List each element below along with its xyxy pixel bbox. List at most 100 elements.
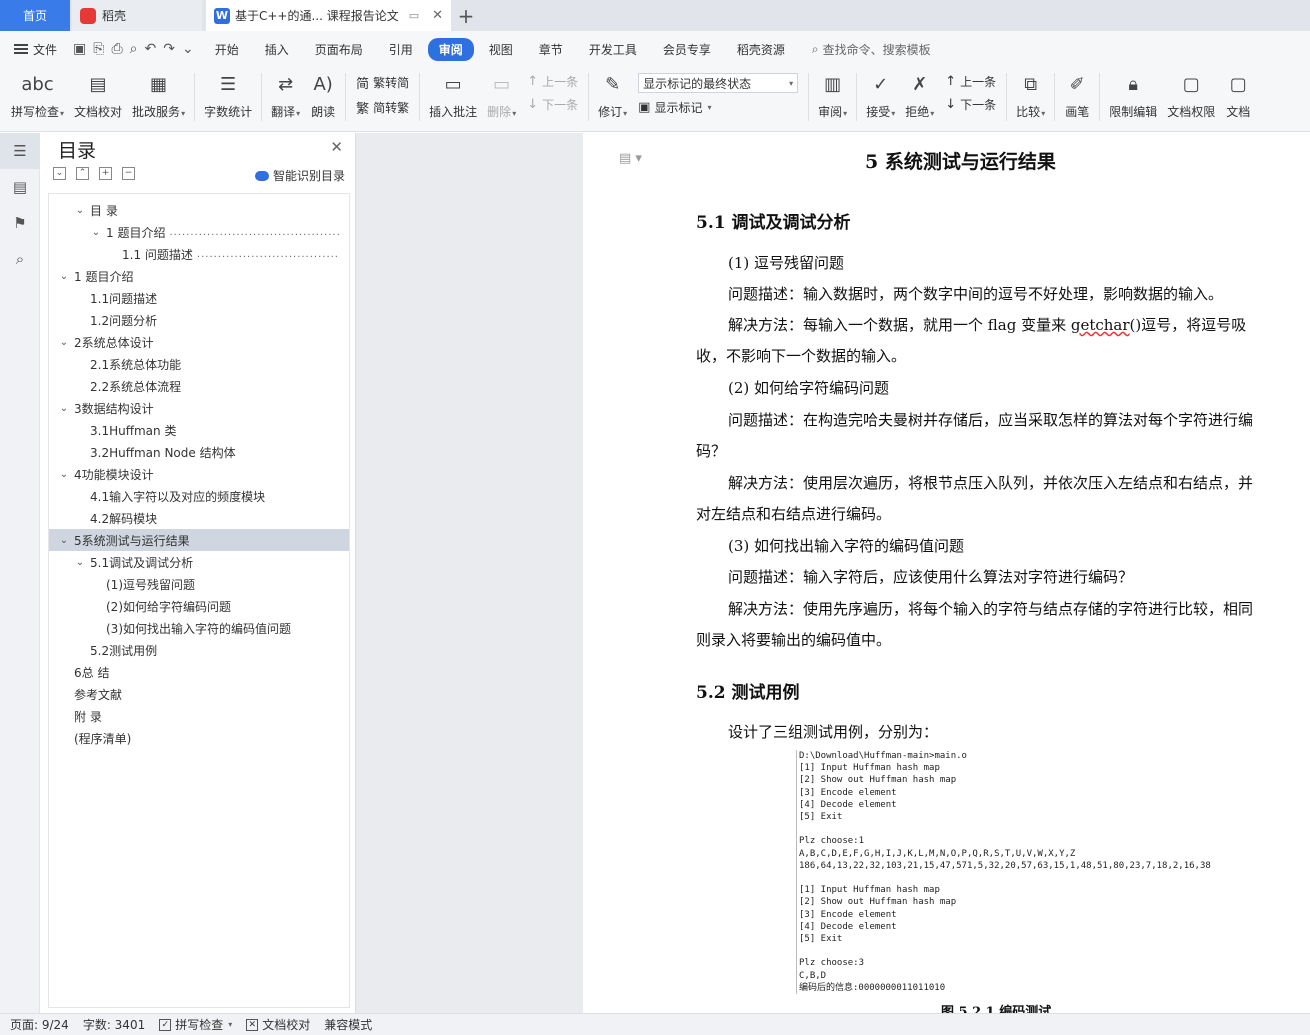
toc-item[interactable]: (程序清单): [49, 727, 349, 749]
toc-item[interactable]: ⌄ 3数据结构设计: [49, 397, 349, 419]
revise-button[interactable]: ✎ 修订▾: [593, 67, 632, 120]
menu-tab-4[interactable]: 审阅: [427, 37, 474, 61]
reject-button[interactable]: ✗ 拒绝▾: [900, 67, 939, 120]
save-icon[interactable]: ▣: [73, 41, 86, 57]
toc-item[interactable]: 参考文献: [49, 683, 349, 705]
redo-icon[interactable]: ↷: [163, 41, 175, 57]
toc-item[interactable]: (1)逗号残留问题: [49, 573, 349, 595]
spell-check-button[interactable]: abc 拼写检查▾: [6, 67, 69, 120]
menu-tab-7[interactable]: 开发工具: [578, 38, 648, 61]
page-indicator[interactable]: 页面: 9/24: [10, 1016, 69, 1033]
tab-daoke[interactable]: 稻壳: [72, 0, 202, 31]
toc-item[interactable]: 2.1系统总体功能: [49, 353, 349, 375]
collapse-all-icon[interactable]: ⌄: [53, 167, 66, 180]
prev-comment-button[interactable]: ↑ 上一条: [527, 73, 578, 90]
file-menu[interactable]: 文件: [6, 41, 65, 58]
menu-tab-3[interactable]: 引用: [378, 38, 424, 61]
prev-change-button[interactable]: ↑ 上一条: [945, 73, 996, 90]
menu-tab-5[interactable]: 视图: [478, 38, 524, 61]
more-icon[interactable]: ⌄: [182, 41, 194, 57]
restrict-edit-button[interactable]: 🔒︎ 限制编辑: [1104, 67, 1162, 120]
word-count[interactable]: 字数: 3401: [83, 1016, 145, 1033]
undo-icon[interactable]: ↶: [145, 41, 157, 57]
menu-tab-9[interactable]: 稻壳资源: [726, 38, 796, 61]
doc-proof-button[interactable]: ▤ 文档校对: [69, 67, 127, 120]
menu-tab-8[interactable]: 会员专享: [652, 38, 722, 61]
toc-item[interactable]: 3.2Huffman Node 结构体: [49, 441, 349, 463]
remove-level-icon[interactable]: −: [122, 167, 135, 180]
toc-item[interactable]: ⌄ 4功能模块设计: [49, 463, 349, 485]
monitor-icon[interactable]: ▭: [409, 9, 419, 22]
toc-item[interactable]: ⌄ 5.1调试及调试分析: [49, 551, 349, 573]
print-icon[interactable]: ⎙: [111, 41, 122, 57]
menu-tab-6[interactable]: 章节: [528, 38, 574, 61]
trad-to-simp-button[interactable]: 简繁转简: [356, 73, 409, 92]
simp-to-trad-button[interactable]: 繁简转繁: [356, 98, 409, 117]
word-count-button[interactable]: ☰ 字数统计: [199, 67, 257, 120]
toc-item[interactable]: ⌄ 1 题目介绍: [49, 265, 349, 287]
toc-item[interactable]: ⌄ 目 录: [49, 199, 349, 221]
read-aloud-button[interactable]: A) 朗读: [305, 67, 341, 120]
doc-permission-button[interactable]: ▢ 文档权限: [1162, 67, 1220, 120]
menu-tab-1[interactable]: 插入: [254, 38, 300, 61]
smart-toc-button[interactable]: 智能识别目录: [254, 167, 345, 184]
tab-document[interactable]: W 基于C++的通... 课程报告论文 ▭ ✕: [206, 0, 451, 31]
document-page[interactable]: ▤ ▾ 5 系统测试与运行结果 5.1 调试及调试分析 (1) 逗号残留问题 问…: [583, 133, 1310, 1013]
compare-button[interactable]: ⧉ 比较▾: [1011, 67, 1050, 120]
next-change-button[interactable]: ↓ 下一条: [945, 96, 996, 113]
preview-icon[interactable]: ⌕: [130, 41, 138, 57]
menu-tab-2[interactable]: 页面布局: [304, 38, 374, 61]
spelling-flagged-word[interactable]: getchar: [1071, 316, 1130, 334]
proof-status[interactable]: ✕ 文档校对: [246, 1016, 310, 1033]
markup-state-select[interactable]: 显示标记的最终状态 ▾: [638, 73, 799, 93]
toc-item[interactable]: 6总 结: [49, 661, 349, 683]
toc-item[interactable]: 附 录: [49, 705, 349, 727]
toc-item[interactable]: 1.2问题分析: [49, 309, 349, 331]
chevron-down-icon[interactable]: ⌄: [73, 557, 87, 568]
bookmark-icon[interactable]: ⚑: [0, 205, 40, 241]
chevron-down-icon[interactable]: ⌄: [57, 271, 71, 282]
toc-panel-icon[interactable]: ☰: [0, 133, 40, 169]
toc-item[interactable]: (3)如何找出输入字符的编码值问题: [49, 617, 349, 639]
chevron-down-icon[interactable]: ⌄: [57, 469, 71, 480]
export-icon[interactable]: ⎘: [93, 41, 104, 57]
chevron-down-icon[interactable]: ⌄: [57, 535, 71, 546]
batch-service-button[interactable]: ▦ 批改服务▾: [127, 67, 190, 120]
toc-item[interactable]: 4.1输入字符以及对应的频度模块: [49, 485, 349, 507]
toc-item[interactable]: 5.2测试用例: [49, 639, 349, 661]
pen-button[interactable]: ✐ 画笔: [1059, 67, 1095, 120]
accept-button[interactable]: ✓ 接受▾: [861, 67, 900, 120]
chevron-down-icon[interactable]: ⌄: [57, 403, 71, 414]
toc-item[interactable]: (2)如何给字符编码问题: [49, 595, 349, 617]
delete-comment-button[interactable]: ▭ 删除▾: [482, 67, 521, 120]
toc-item[interactable]: 3.1Huffman 类: [49, 419, 349, 441]
close-icon[interactable]: ✕: [330, 138, 343, 156]
expand-all-icon[interactable]: ⌃: [76, 167, 89, 180]
toc-item[interactable]: ⌄ 5系统测试与运行结果: [49, 529, 349, 551]
chevron-down-icon[interactable]: ⌄: [73, 205, 87, 216]
search-panel-icon[interactable]: ⌕: [0, 241, 40, 277]
toc-item[interactable]: 2.2系统总体流程: [49, 375, 349, 397]
toc-item[interactable]: ⌄ 2系统总体设计: [49, 331, 349, 353]
chapter-nav-icon[interactable]: ▤: [0, 169, 40, 205]
translate-button[interactable]: ⇄ 翻译▾: [266, 67, 305, 120]
chevron-down-icon[interactable]: ⌄: [57, 337, 71, 348]
toc-item[interactable]: 4.2解码模块: [49, 507, 349, 529]
add-level-icon[interactable]: +: [99, 167, 112, 180]
review-pane-button[interactable]: ▥ 审阅▾: [813, 67, 852, 120]
show-markup-button[interactable]: ▣ 显示标记 ▾: [638, 99, 798, 116]
page-options-icon[interactable]: ▤ ▾: [619, 151, 642, 166]
spell-check-status[interactable]: ✓ 拼写检查 ▾: [159, 1016, 232, 1033]
doc-extra-button[interactable]: ▢ 文档: [1220, 67, 1256, 120]
toc-item[interactable]: 1.1问题描述: [49, 287, 349, 309]
tab-home[interactable]: 首页: [0, 0, 70, 31]
toc-item[interactable]: 1.1 问题描述................................…: [49, 243, 349, 265]
menu-tab-0[interactable]: 开始: [204, 38, 250, 61]
insert-comment-button[interactable]: ▭ 插入批注: [424, 67, 482, 120]
chevron-down-icon[interactable]: ⌄: [89, 227, 103, 238]
next-comment-button[interactable]: ↓ 下一条: [527, 96, 578, 113]
toc-item[interactable]: ⌄ 1 题目介绍.................................…: [49, 221, 349, 243]
command-search[interactable]: ⌕ 查找命令、搜索模板: [812, 41, 931, 58]
new-tab-button[interactable]: +: [451, 0, 481, 31]
close-tab-icon[interactable]: ✕: [432, 8, 443, 23]
